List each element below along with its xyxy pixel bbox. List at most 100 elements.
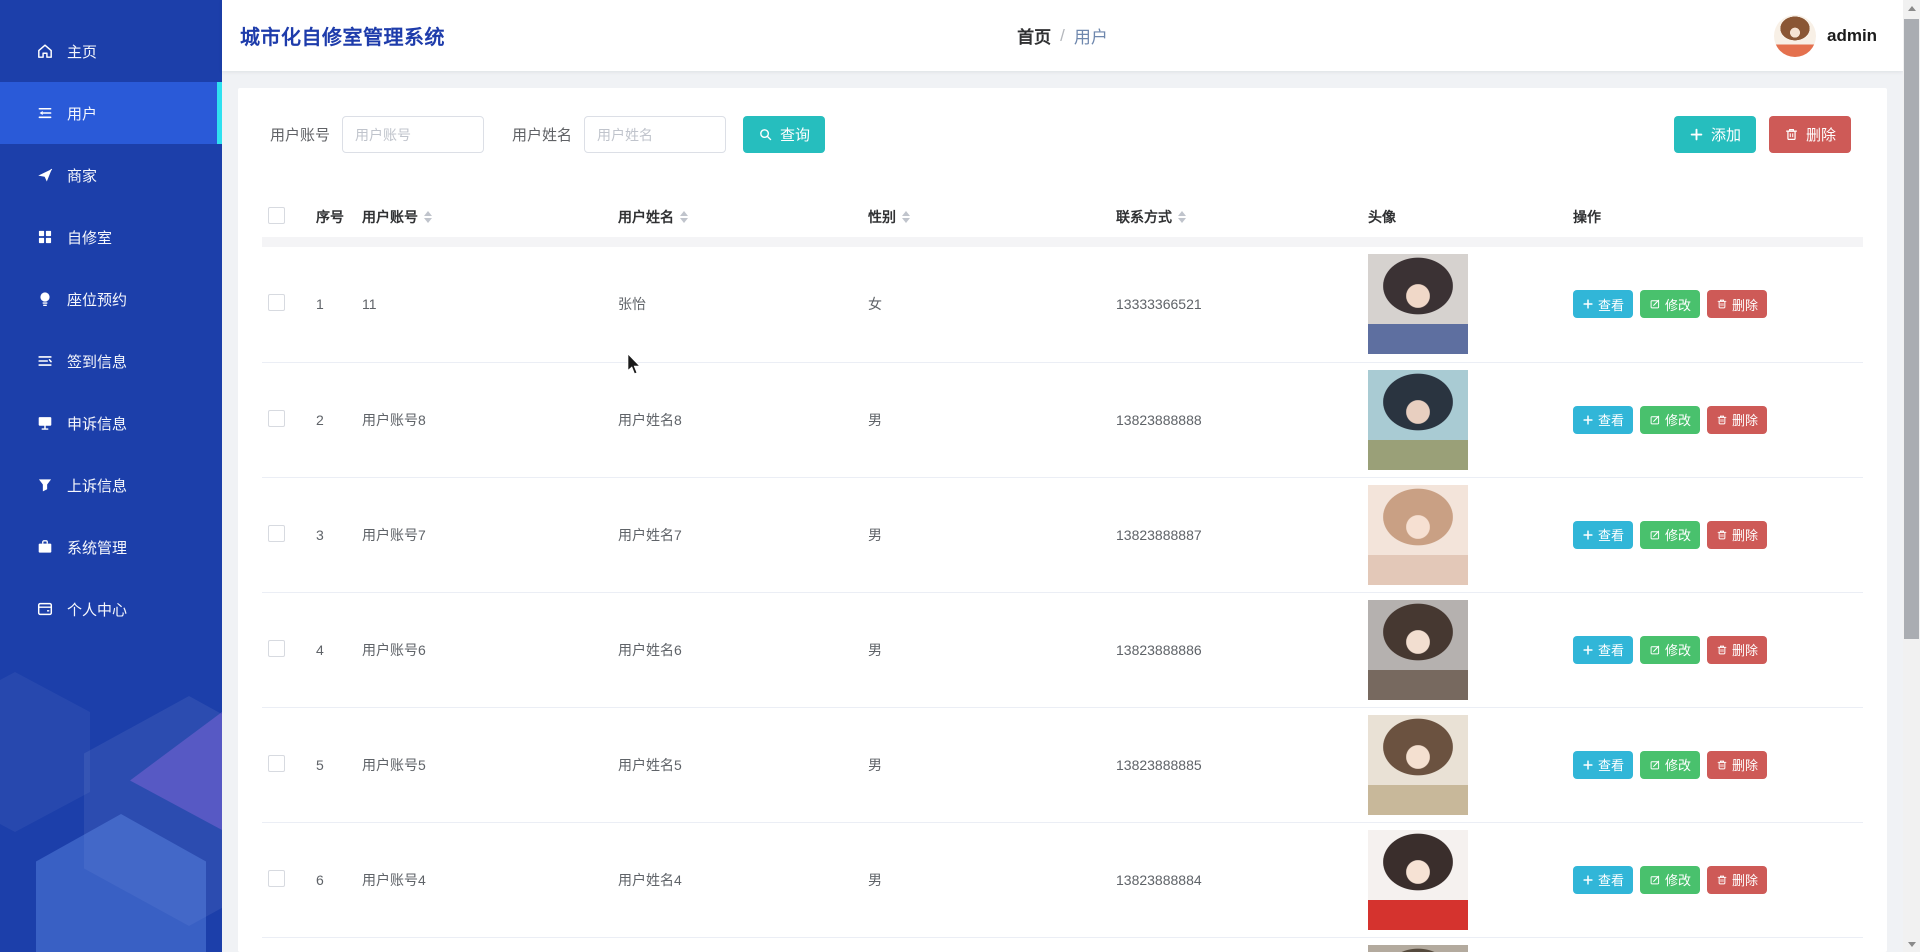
table-row: 3 用户账号7 用户姓名7 男 13823888887 查看 修改 删除 bbox=[262, 477, 1864, 592]
view-button-label: 查看 bbox=[1598, 643, 1625, 658]
sidebar-item-merchant[interactable]: 商家 bbox=[0, 144, 222, 206]
sidebar-item-label: 用户 bbox=[67, 105, 98, 123]
scroll-down-arrow[interactable] bbox=[1903, 936, 1920, 952]
plus-icon bbox=[1582, 298, 1594, 310]
view-button[interactable]: 查看 bbox=[1573, 750, 1634, 779]
delete-button[interactable]: 删除 bbox=[1707, 750, 1768, 779]
cell-gender: 男 bbox=[868, 641, 882, 658]
edit-button-label: 修改 bbox=[1665, 643, 1692, 658]
sidebar-item-complaint[interactable]: 上诉信息 bbox=[0, 454, 222, 516]
delete-button[interactable]: 删除 bbox=[1707, 520, 1768, 549]
delete-button[interactable]: 删除 bbox=[1707, 865, 1768, 894]
cell-phone: 13823888888 bbox=[1116, 411, 1202, 428]
sort-caret-icon[interactable] bbox=[424, 211, 432, 223]
edit-button[interactable]: 修改 bbox=[1640, 635, 1701, 664]
table-row: 6 用户账号4 用户姓名4 男 13823888884 查看 修改 删除 bbox=[262, 822, 1864, 937]
row-checkbox[interactable] bbox=[268, 409, 285, 427]
view-button-label: 查看 bbox=[1598, 528, 1625, 543]
add-button[interactable]: 添加 bbox=[1674, 116, 1757, 153]
cell-gender: 男 bbox=[868, 871, 882, 888]
column-header-account[interactable]: 用户账号 bbox=[356, 197, 612, 237]
edit-icon bbox=[1649, 414, 1661, 426]
view-button-label: 查看 bbox=[1598, 297, 1625, 313]
cell-phone: 13823888885 bbox=[1116, 756, 1202, 773]
row-checkbox[interactable] bbox=[268, 639, 285, 657]
sidebar-item-label: 上诉信息 bbox=[67, 477, 128, 495]
row-checkbox[interactable] bbox=[268, 524, 285, 542]
merchant-icon bbox=[36, 166, 54, 184]
account-input[interactable] bbox=[342, 116, 485, 153]
row-checkbox[interactable] bbox=[268, 294, 285, 312]
delete-button[interactable]: 删除 bbox=[1707, 290, 1768, 319]
delete-button-label: 删除 bbox=[1732, 413, 1759, 428]
cell-name: 用户姓名5 bbox=[618, 756, 682, 773]
plus-icon bbox=[1582, 874, 1594, 886]
row-checkbox[interactable] bbox=[268, 869, 285, 887]
view-button[interactable]: 查看 bbox=[1573, 290, 1634, 319]
complaint-icon bbox=[36, 476, 54, 494]
view-button[interactable]: 查看 bbox=[1573, 865, 1634, 894]
edit-button-label: 修改 bbox=[1665, 873, 1692, 888]
table-row: 4 用户账号6 用户姓名6 男 13823888886 查看 修改 删除 bbox=[262, 592, 1864, 707]
view-button-label: 查看 bbox=[1598, 758, 1625, 773]
sort-caret-icon[interactable] bbox=[680, 211, 688, 223]
view-button[interactable]: 查看 bbox=[1573, 635, 1634, 664]
select-all-checkbox[interactable] bbox=[268, 207, 285, 224]
cell-gender bbox=[862, 937, 1110, 952]
sidebar: 主页 用户 商家 自修室 座位预约 签到信息 申诉信息 上诉信息 系统管理 个人… bbox=[0, 0, 222, 952]
sidebar-item-system[interactable]: 系统管理 bbox=[0, 516, 222, 578]
row-actions: 查看 修改 删除 bbox=[1573, 635, 1862, 664]
edit-button[interactable]: 修改 bbox=[1640, 750, 1701, 779]
delete-button[interactable]: 删除 bbox=[1707, 405, 1768, 434]
cell-index: 6 bbox=[316, 871, 324, 888]
name-input[interactable] bbox=[584, 116, 727, 153]
scroll-thumb[interactable] bbox=[1904, 19, 1920, 639]
app-root: 主页 用户 商家 自修室 座位预约 签到信息 申诉信息 上诉信息 系统管理 个人… bbox=[0, 0, 1920, 952]
main-area: 城市化自修室管理系统 首页 / 用户 admin 用户账号 用户姓名 bbox=[222, 0, 1904, 952]
breadcrumb-current: 用户 bbox=[1073, 28, 1108, 47]
cell-phone: 13333366521 bbox=[1116, 296, 1202, 313]
scroll-up-arrow[interactable] bbox=[1903, 0, 1920, 16]
plus-icon bbox=[1582, 529, 1594, 541]
cell-name: 用户姓名4 bbox=[618, 871, 682, 888]
plus-icon bbox=[1689, 127, 1704, 142]
profile-icon bbox=[36, 600, 54, 618]
delete-button-label: 删除 bbox=[1732, 528, 1759, 543]
column-header-gender[interactable]: 性别 bbox=[862, 197, 1110, 237]
edit-button[interactable]: 修改 bbox=[1640, 865, 1701, 894]
sidebar-item-profile[interactable]: 个人中心 bbox=[0, 578, 222, 640]
sidebar-item-seat[interactable]: 座位预约 bbox=[0, 268, 222, 330]
sidebar-item-label: 签到信息 bbox=[67, 353, 128, 371]
edit-button[interactable]: 修改 bbox=[1640, 405, 1701, 434]
sidebar-item-appeal[interactable]: 申诉信息 bbox=[0, 392, 222, 454]
delete-button[interactable]: 删除 bbox=[1707, 635, 1768, 664]
row-actions: 查看 修改 删除 bbox=[1573, 405, 1862, 434]
edit-button[interactable]: 修改 bbox=[1640, 520, 1701, 549]
search-button[interactable]: 查询 bbox=[743, 116, 826, 153]
sort-caret-icon[interactable] bbox=[1178, 211, 1186, 223]
column-header-name[interactable]: 用户姓名 bbox=[612, 197, 862, 237]
edit-button[interactable]: 修改 bbox=[1640, 290, 1701, 319]
sort-caret-icon[interactable] bbox=[902, 211, 910, 223]
view-button[interactable]: 查看 bbox=[1573, 520, 1634, 549]
sidebar-item-home[interactable]: 主页 bbox=[0, 20, 222, 82]
breadcrumb-home[interactable]: 首页 bbox=[1017, 23, 1051, 48]
edit-icon bbox=[1649, 529, 1661, 541]
sidebar-item-studyroom[interactable]: 自修室 bbox=[0, 206, 222, 268]
column-header-phone[interactable]: 联系方式 bbox=[1110, 197, 1362, 237]
delete-selected-button[interactable]: 删除 bbox=[1769, 116, 1852, 153]
sidebar-item-users[interactable]: 用户 bbox=[0, 82, 222, 144]
sidebar-item-label: 申诉信息 bbox=[67, 415, 128, 433]
cell-account: 用户账号6 bbox=[362, 641, 426, 658]
cell-name bbox=[612, 937, 862, 952]
app-title: 城市化自修室管理系统 bbox=[240, 27, 445, 49]
cell-gender: 男 bbox=[868, 411, 882, 428]
user-menu[interactable]: admin bbox=[1774, 14, 1877, 57]
add-button-label: 添加 bbox=[1711, 127, 1742, 144]
column-label: 头像 bbox=[1368, 209, 1396, 225]
view-button[interactable]: 查看 bbox=[1573, 405, 1634, 434]
plus-icon bbox=[1582, 759, 1594, 771]
row-checkbox[interactable] bbox=[268, 754, 285, 772]
scrollbar[interactable] bbox=[1903, 0, 1920, 952]
sidebar-item-checkin[interactable]: 签到信息 bbox=[0, 330, 222, 392]
